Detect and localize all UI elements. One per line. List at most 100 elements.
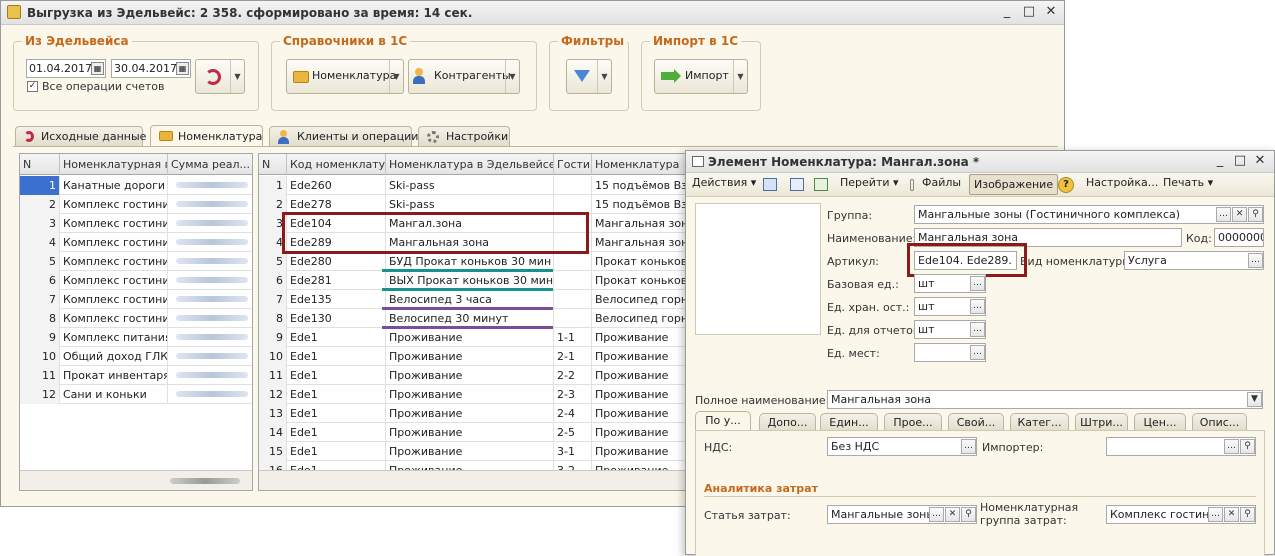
date-to-field[interactable]: 30.04.2017 ▦ <box>111 59 191 78</box>
select-button[interactable]: … <box>1248 253 1263 268</box>
select-button[interactable]: … <box>929 507 944 522</box>
table-row[interactable]: 9 Комплекс питания <box>20 328 252 347</box>
storage-unit-field[interactable]: шт … <box>914 297 986 316</box>
tab-nomenclature[interactable]: Номенклатура <box>150 125 263 147</box>
col-n[interactable]: N <box>20 154 60 175</box>
clear-icon[interactable]: ✕ <box>1224 507 1239 522</box>
actions-menu[interactable]: Действия ▾ <box>692 173 756 193</box>
select-button[interactable]: … <box>970 345 985 360</box>
tab-settings[interactable]: Настройки <box>418 126 510 146</box>
col-guest[interactable]: Гости <box>554 154 592 175</box>
kind-field[interactable]: Услуга … <box>1124 251 1264 270</box>
select-button[interactable]: … <box>970 322 985 337</box>
help-icon[interactable]: ? <box>1058 177 1074 193</box>
table-row[interactable]: 6Комплекс гостиничн <box>20 271 252 290</box>
storage-unit-label: Ед. хран. ост.: <box>827 301 910 314</box>
select-button[interactable]: … <box>1224 439 1239 454</box>
select-button[interactable]: … <box>1208 507 1223 522</box>
place-unit-field[interactable]: … <box>914 343 986 362</box>
nomenclature-button[interactable]: Номенклатура ▼ <box>286 59 404 94</box>
chevron-down-icon[interactable]: ▼ <box>230 60 244 93</box>
report-unit-field[interactable]: шт … <box>914 320 986 339</box>
base-unit-field[interactable]: шт … <box>914 274 986 293</box>
cost-item-field[interactable]: Мангальные зоны ( … ✕ ⚲ <box>827 505 977 524</box>
image-button[interactable]: Изображение <box>969 174 1059 195</box>
table-row[interactable]: 2Комплекс гостиничн <box>20 195 252 214</box>
search-icon[interactable]: ⚲ <box>1240 507 1255 522</box>
search-icon[interactable]: ⚲ <box>1240 439 1255 454</box>
element-tab[interactable]: Штри... <box>1075 413 1128 431</box>
element-tab[interactable]: Цен... <box>1134 413 1186 431</box>
tab-clients[interactable]: Клиенты и операции <box>269 126 418 146</box>
element-tab[interactable]: Катег... <box>1010 413 1069 431</box>
table-row[interactable]: 11 Прокат инвентаря <box>20 366 252 385</box>
vat-label: НДС: <box>704 441 733 454</box>
settings-button[interactable]: Настройка... <box>1086 173 1158 193</box>
close-button[interactable]: ✕ <box>1252 153 1268 169</box>
table-row[interactable]: 1 Канатные дороги <box>20 176 252 195</box>
group-import: Импорт в 1С Импорт ▼ <box>641 34 761 111</box>
left-grid[interactable]: N Номенклатурная гру Сумма реал... 1Кана… <box>19 153 253 491</box>
goto-menu[interactable]: Перейти ▾ <box>840 173 899 193</box>
col-code[interactable]: Код номенклату... <box>287 154 386 175</box>
search-icon[interactable]: ⚲ <box>961 507 976 522</box>
clear-icon[interactable]: ✕ <box>1232 207 1247 222</box>
table-row[interactable]: 10 Общий доход ГЛК <box>20 347 252 366</box>
importer-field[interactable]: … ⚲ <box>1106 437 1256 456</box>
select-button[interactable]: … <box>970 276 985 291</box>
maximize-button[interactable]: □ <box>1232 153 1248 169</box>
filter-button[interactable]: ▼ <box>566 59 612 94</box>
chevron-down-icon[interactable]: ▼ <box>1247 392 1262 407</box>
table-row[interactable]: 4Комплекс гостиничн <box>20 233 252 252</box>
close-button[interactable]: ✕ <box>1043 4 1059 20</box>
tab-source-data[interactable]: Исходные данные <box>15 126 146 146</box>
clear-icon[interactable]: ✕ <box>945 507 960 522</box>
table-row[interactable]: 8Комплекс гостиничн <box>20 309 252 328</box>
save-close-icon[interactable] <box>763 178 777 191</box>
chevron-down-icon[interactable]: ▼ <box>389 60 403 93</box>
element-tab[interactable]: По у... <box>695 411 751 431</box>
col-n[interactable]: N <box>259 154 287 175</box>
table-row[interactable]: 3Комплекс гостиничн <box>20 214 252 233</box>
minimize-button[interactable]: _ <box>1212 153 1228 169</box>
element-tab[interactable]: Допо... <box>759 413 816 431</box>
save-icon[interactable] <box>790 178 804 191</box>
element-tab[interactable]: Опис... <box>1192 413 1247 431</box>
nom-group-field[interactable]: Комплекс гостинич … ✕ ⚲ <box>1106 505 1256 524</box>
element-tab[interactable]: Прое... <box>884 413 942 431</box>
calendar-icon[interactable]: ▦ <box>176 62 189 75</box>
code-field[interactable]: 0000000 <box>1214 228 1264 247</box>
element-tab[interactable]: Един... <box>820 413 878 431</box>
table-row[interactable]: 5Комплекс гостиничн <box>20 252 252 271</box>
files-button[interactable]: Файлы <box>922 173 961 193</box>
chevron-down-icon[interactable]: ▼ <box>597 60 611 93</box>
search-icon[interactable]: ⚲ <box>1248 207 1263 222</box>
table-row[interactable]: 7Комплекс гостиничн <box>20 290 252 309</box>
full-name-field[interactable]: Мангальная зона ▼ <box>827 390 1263 409</box>
import-button[interactable]: Импорт ▼ <box>654 59 748 94</box>
print-menu[interactable]: Печать ▾ <box>1163 173 1213 193</box>
select-button[interactable]: … <box>970 299 985 314</box>
date-from-field[interactable]: 01.04.2017 ▦ <box>26 59 106 78</box>
chevron-down-icon[interactable]: ▼ <box>505 60 519 93</box>
select-button[interactable]: … <box>1216 207 1231 222</box>
col-sum[interactable]: Сумма реал... <box>168 154 252 175</box>
contractors-button[interactable]: Контрагенты ▼ <box>408 59 520 94</box>
minimize-button[interactable]: _ <box>999 4 1015 20</box>
col-edelweiss-name[interactable]: Номенклатура в Эдельвейсе <box>386 154 554 175</box>
chevron-down-icon[interactable]: ▼ <box>733 60 747 93</box>
group-field[interactable]: Мангальные зоны (Гостиничного комплекса)… <box>914 205 1264 224</box>
select-button[interactable]: … <box>961 439 976 454</box>
vat-field[interactable]: Без НДС … <box>827 437 977 456</box>
load-button[interactable]: ▼ <box>195 59 245 94</box>
code-cell: Ede1 <box>287 366 386 385</box>
all-ops-checkbox[interactable]: ✓ <box>27 81 38 92</box>
element-tab[interactable]: Свой... <box>948 413 1004 431</box>
image-placeholder[interactable] <box>695 203 821 335</box>
calendar-icon[interactable]: ▦ <box>91 62 104 75</box>
refresh-icon[interactable] <box>814 178 828 191</box>
table-row[interactable]: 12 Сани и коньки <box>20 385 252 404</box>
col-group[interactable]: Номенклатурная гру <box>60 154 168 175</box>
maximize-button[interactable]: □ <box>1021 4 1037 20</box>
row-number: 5 <box>259 252 287 271</box>
